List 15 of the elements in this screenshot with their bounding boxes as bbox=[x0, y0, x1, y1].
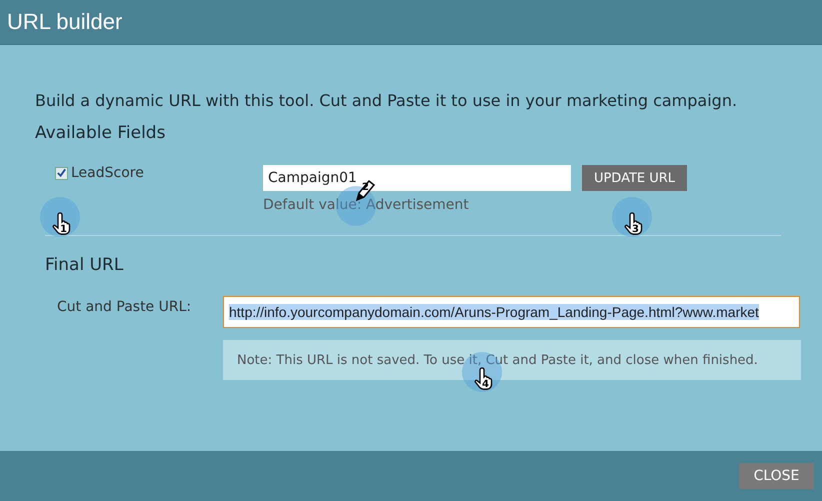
url-field[interactable]: http://info.yourcompanydomain.com/Aruns-Program_Landing-Page.html?www.market bbox=[223, 296, 800, 328]
step-number: 3 bbox=[632, 224, 639, 235]
field-label: Cut and Paste URL: bbox=[56, 298, 192, 317]
section-heading: Available Fields bbox=[35, 123, 166, 143]
close-button[interactable]: CLOSE bbox=[739, 463, 814, 489]
hint-text: Default value: Advertisement bbox=[263, 197, 470, 213]
section-heading: Final URL bbox=[45, 255, 124, 275]
note-text: Note: This URL is not saved. To use it, Cut and Paste it, and close when finished. bbox=[237, 352, 758, 368]
intro-text: Build a dynamic URL with this tool. Cut and Paste it to use in your marketing campaign. bbox=[35, 91, 738, 110]
checkbox[interactable] bbox=[55, 166, 68, 180]
step-number: 4 bbox=[482, 379, 489, 390]
field-label: LeadScore bbox=[71, 165, 144, 181]
window-title: URL builder bbox=[7, 9, 122, 35]
step-number: 1 bbox=[60, 224, 67, 235]
update-url-button[interactable]: UPDATE URL bbox=[582, 165, 687, 191]
